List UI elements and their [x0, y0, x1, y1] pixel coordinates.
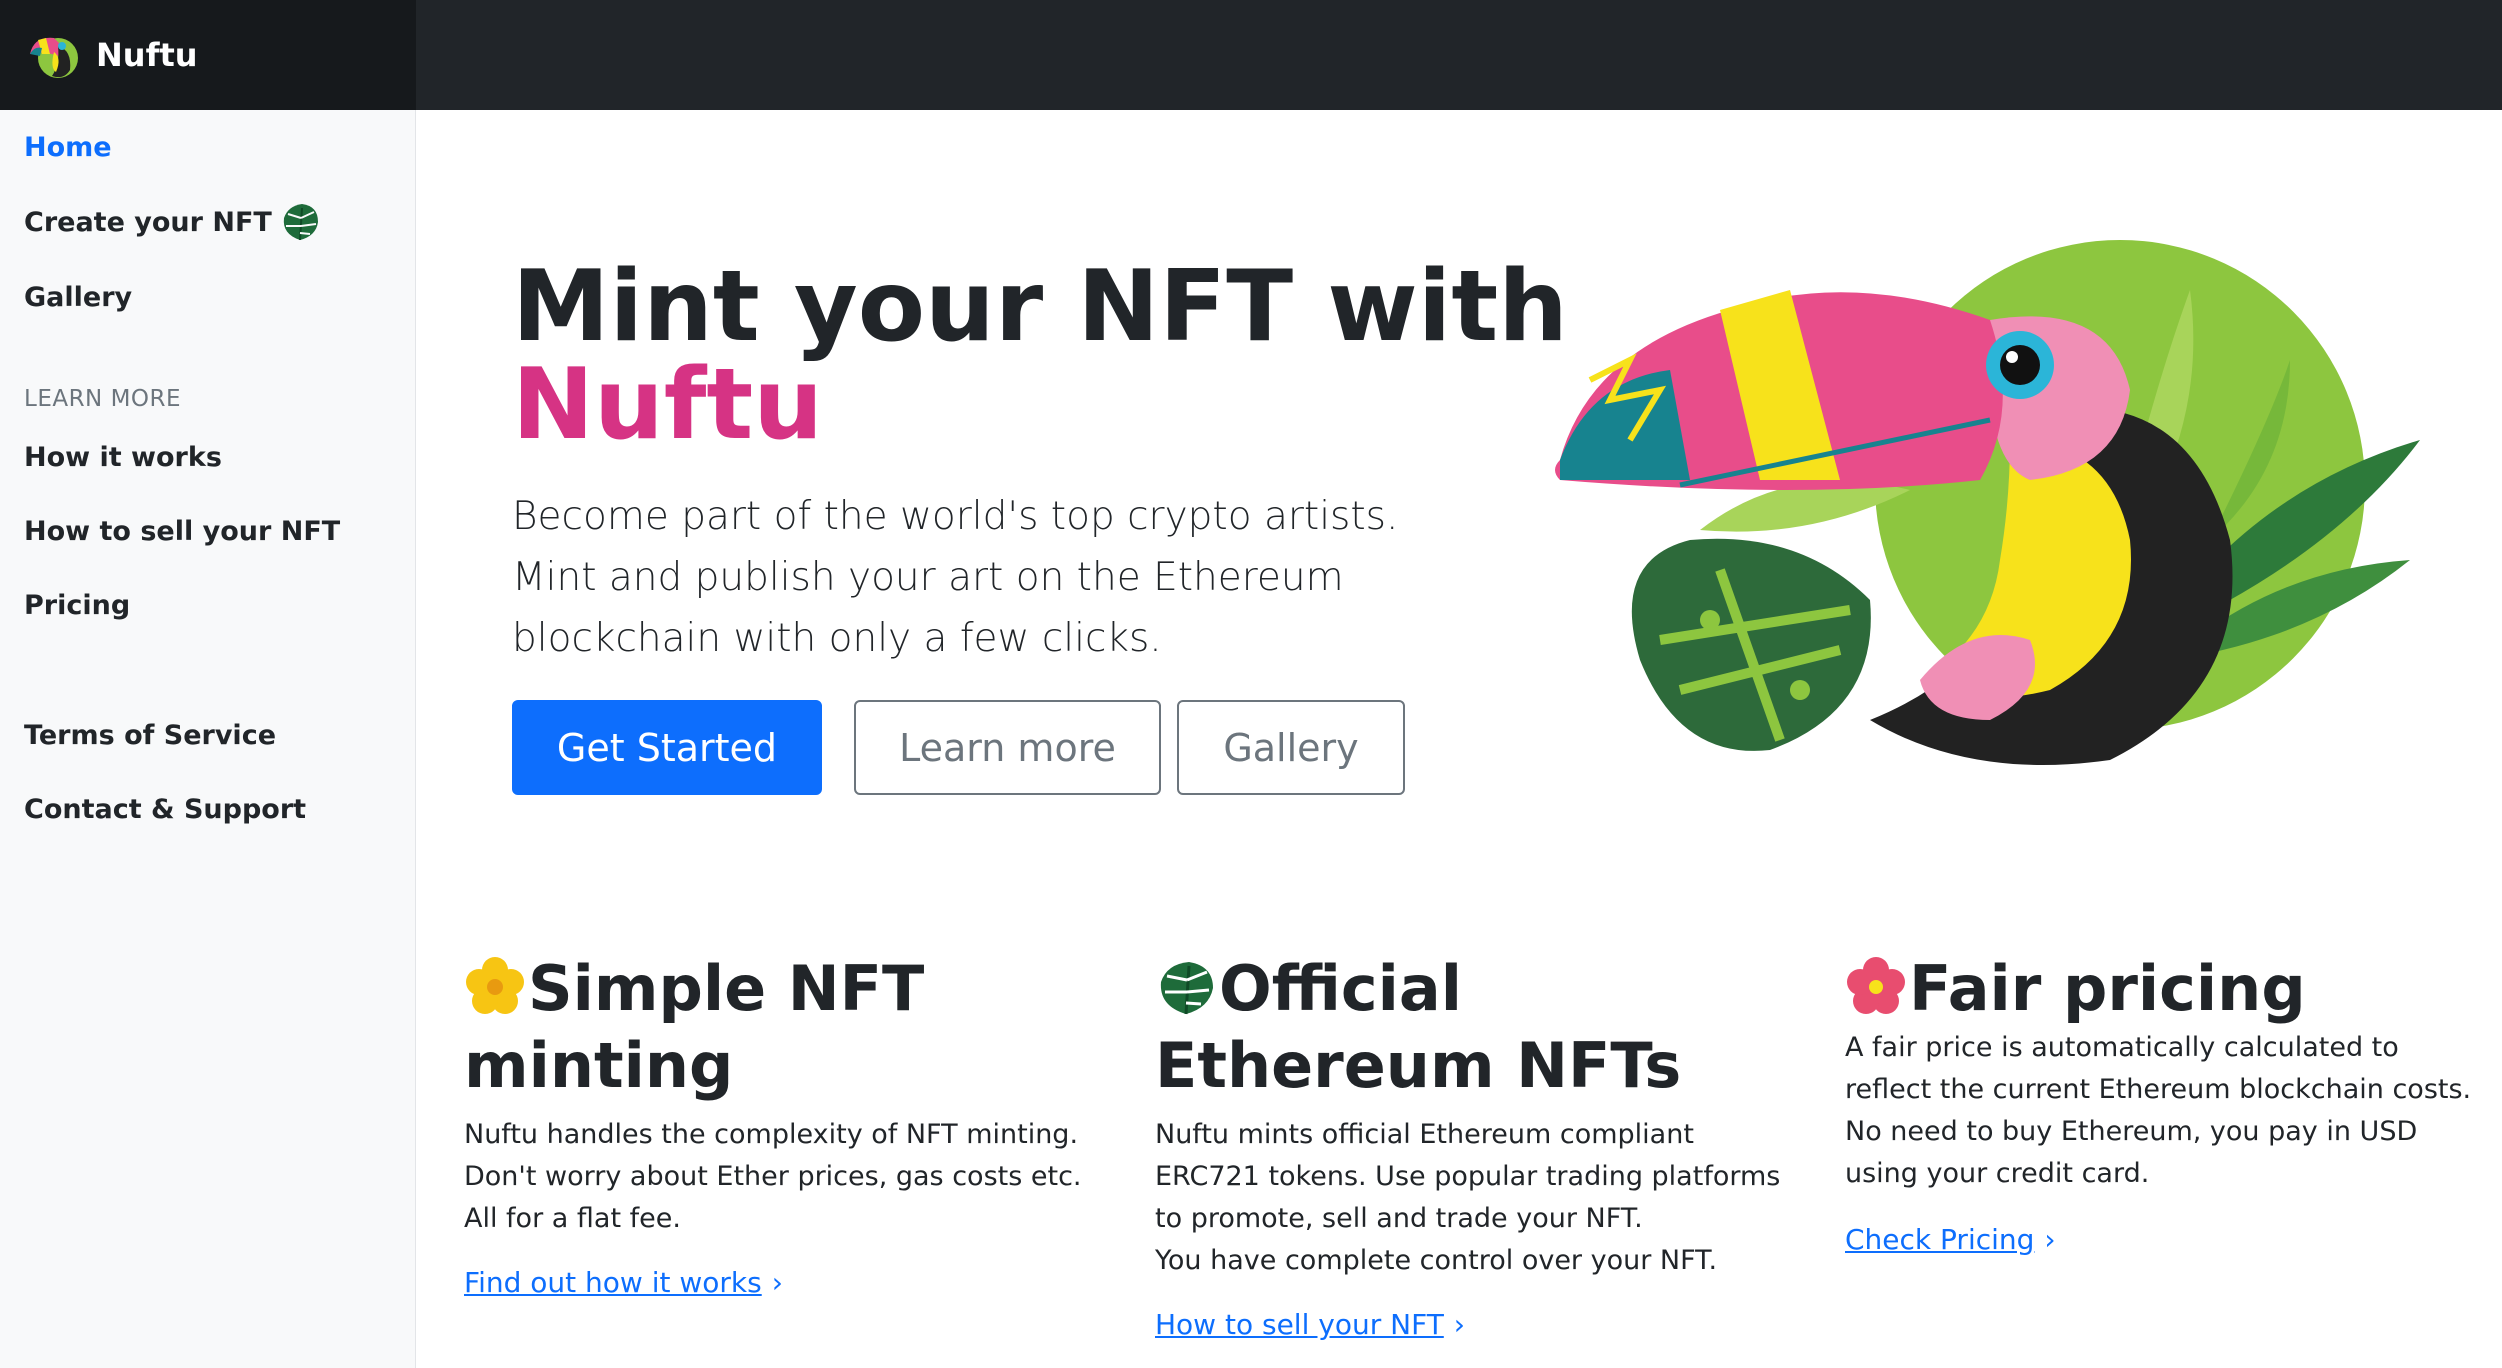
learn-more-button[interactable]: Learn more: [854, 700, 1161, 795]
chevron-right-icon: ›: [2044, 1223, 2056, 1256]
hero-title: Mint your NFT with Nuftu: [512, 258, 1568, 454]
yellow-flower-icon: [466, 957, 524, 1014]
sidebar-item-gallery[interactable]: Gallery: [24, 282, 132, 313]
toucan-logo-icon: [30, 37, 78, 78]
get-started-button[interactable]: Get Started: [512, 700, 822, 795]
sidebar-item-label: Contact & Support: [24, 794, 307, 825]
toucan-illustration: [1555, 240, 2420, 765]
how-to-sell-link[interactable]: How to sell your NFT ›: [1155, 1308, 1465, 1341]
chevron-right-icon: ›: [1453, 1308, 1465, 1341]
gallery-button[interactable]: Gallery: [1177, 700, 1405, 795]
feature-text-line: A fair price is automatically calculated…: [1845, 1032, 2472, 1105]
brand-name: Nuftu: [96, 36, 198, 74]
feature-title-text: Fair pricing: [1909, 952, 2306, 1025]
brand[interactable]: Nuftu: [0, 0, 416, 110]
feature-text-line: Don't worry about Ether prices, gas cost…: [464, 1161, 1082, 1192]
feature-text-line: You have complete control over your NFT.: [1155, 1245, 1718, 1276]
feature-simple-minting: Simple NFT minting Nuftu handles the com…: [464, 950, 1084, 1299]
feature-title: Official Ethereum NFTs: [1155, 950, 1805, 1104]
hero-title-brand: Nuftu: [512, 348, 824, 462]
sidebar-item-label: Create your NFT: [24, 206, 272, 238]
sidebar-item-label: Gallery: [24, 282, 133, 313]
sidebar-item-create-nft[interactable]: Create your NFT: [24, 200, 322, 244]
sidebar-item-how-to-sell[interactable]: How to sell your NFT: [24, 516, 340, 547]
find-out-how-it-works-link[interactable]: Find out how it works ›: [464, 1266, 783, 1299]
feature-official-ethereum: Official Ethereum NFTs Nuftu mints offic…: [1155, 950, 1805, 1341]
feature-text-line: No need to buy Ethereum, you pay in USD …: [1845, 1116, 2418, 1189]
sidebar-item-how-it-works[interactable]: How it works: [24, 442, 222, 473]
sidebar-item-contact[interactable]: Contact & Support: [24, 794, 306, 825]
sidebar-item-label: Home: [24, 132, 112, 163]
feature-title-text: Official Ethereum NFTs: [1155, 952, 1682, 1102]
sidebar-item-label: Pricing: [24, 590, 131, 621]
feature-text-line: Nuftu handles the complexity of NFT mint…: [464, 1119, 1079, 1150]
sidebar-item-label: How to sell your NFT: [24, 516, 341, 547]
sidebar-item-home[interactable]: Home: [24, 132, 112, 163]
sidebar-item-pricing[interactable]: Pricing: [24, 590, 130, 621]
monstera-leaf-icon: [283, 204, 318, 241]
sidebar-item-terms[interactable]: Terms of Service: [24, 720, 276, 751]
sidebar-heading-learn-more: LEARN MORE: [24, 386, 182, 412]
feature-title: Fair pricing: [1845, 950, 2475, 1027]
feature-title: Simple NFT minting: [464, 950, 1084, 1104]
link-text: How to sell your NFT: [1155, 1308, 1444, 1341]
pink-flower-icon: [1847, 957, 1905, 1014]
sidebar: Home Create your NFT Gallery LEARN MORE …: [0, 110, 416, 1368]
link-text: Check Pricing: [1845, 1223, 2035, 1256]
feature-text-line: All for a flat fee.: [464, 1203, 681, 1234]
monstera-leaf-icon: [1160, 962, 1213, 1015]
feature-text-line: Nuftu mints official Ethereum compliant …: [1155, 1119, 1781, 1234]
feature-fair-pricing: Fair pricing A fair price is automatical…: [1845, 950, 2475, 1256]
top-navbar: Nuftu: [0, 0, 2502, 110]
sidebar-item-label: How it works: [24, 442, 222, 473]
check-pricing-link[interactable]: Check Pricing ›: [1845, 1223, 2056, 1256]
link-text: Find out how it works: [464, 1266, 762, 1299]
feature-title-text: Simple NFT minting: [464, 952, 925, 1102]
hero-title-line1: Mint your NFT with: [512, 250, 1568, 364]
chevron-right-icon: ›: [771, 1266, 783, 1299]
hero-lead: Become part of the world's top crypto ar…: [512, 494, 1399, 661]
sidebar-item-label: Terms of Service: [24, 720, 277, 751]
